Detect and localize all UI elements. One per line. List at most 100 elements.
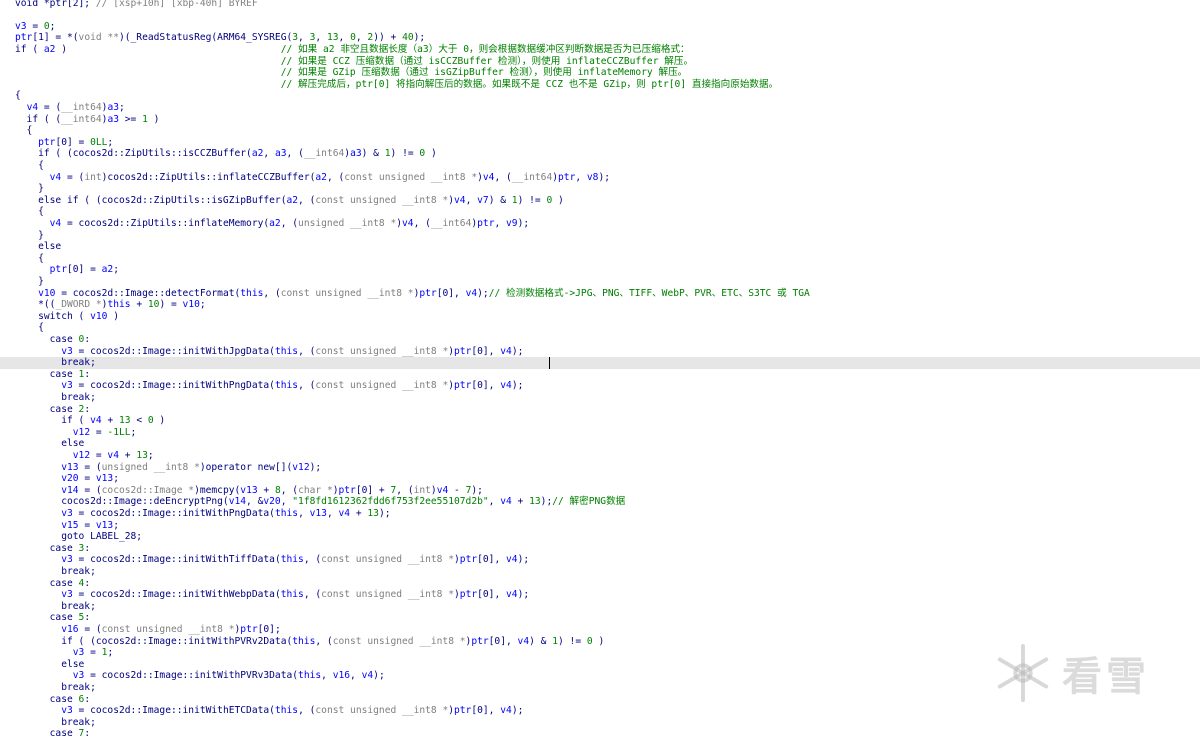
- code-token: ptr: [477, 217, 495, 229]
- code-line[interactable]: }: [0, 276, 1200, 288]
- code-line[interactable]: ptr[1] = *(void **)(_ReadStatusReg(ARM64…: [0, 32, 1200, 44]
- code-token: 13: [118, 415, 131, 427]
- code-token: v15: [61, 519, 79, 531]
- code-line[interactable]: break;: [0, 566, 1200, 578]
- code-token: unsigned __int8 *: [101, 461, 200, 473]
- code-line[interactable]: if ( (__int64)a3 >= 1 ): [0, 114, 1200, 126]
- code-line[interactable]: else if ( (cocos2d::ZipUtils::isGZipBuff…: [0, 195, 1200, 207]
- code-line[interactable]: {: [0, 125, 1200, 137]
- code-line[interactable]: {: [0, 206, 1200, 218]
- code-line[interactable]: v3 = 0;: [0, 21, 1200, 33]
- code-line[interactable]: break;: [0, 601, 1200, 613]
- code-line[interactable]: break;: [0, 357, 1200, 369]
- code-line[interactable]: {: [0, 322, 1200, 334]
- code-token: +: [257, 484, 275, 496]
- code-line[interactable]: case 3:: [0, 543, 1200, 555]
- code-token: case: [15, 403, 79, 415]
- code-token: ptr: [459, 554, 478, 566]
- code-line[interactable]: v4 = cocos2d::ZipUtils::inflateMemory(a2…: [0, 218, 1200, 230]
- code-token: a2: [101, 264, 114, 276]
- code-token: __int64: [303, 148, 345, 160]
- code-token: ;: [130, 426, 137, 438]
- code-token: else: [15, 658, 85, 670]
- code-line[interactable]: // 如果是 GZip 压缩数据（通过 isGZipBuffer 检测），则使用…: [0, 67, 1200, 79]
- code-token: }: [15, 183, 44, 195]
- code-line[interactable]: v4 = (__int64)a3;: [0, 102, 1200, 114]
- code-line[interactable]: v12 = v4 + 13;: [0, 450, 1200, 462]
- code-token: =: [84, 647, 102, 659]
- code-line[interactable]: {: [0, 160, 1200, 172]
- code-line[interactable]: break;: [0, 392, 1200, 404]
- code-line[interactable]: ptr[0] = a2;: [0, 264, 1200, 276]
- code-line[interactable]: switch ( v10 ): [0, 311, 1200, 323]
- code-token: {: [15, 206, 44, 218]
- code-line[interactable]: [0, 9, 1200, 21]
- code-line[interactable]: v4 = (int)cocos2d::ZipUtils::inflateCCZB…: [0, 172, 1200, 184]
- code-line[interactable]: goto LABEL_28;: [0, 531, 1200, 543]
- code-token: <: [130, 415, 148, 427]
- code-line[interactable]: v15 = v13;: [0, 520, 1200, 532]
- code-token: ): [552, 194, 564, 206]
- code-token: {: [15, 252, 44, 264]
- code-line[interactable]: case 0:: [0, 334, 1200, 346]
- code-token: , (: [303, 589, 322, 601]
- code-token: v3: [61, 554, 73, 566]
- code-token: ) !=: [390, 148, 420, 160]
- code-token: // 如果是 CCZ 压缩数据（通过 isCCZBuffer 检测），则使用 i…: [280, 55, 694, 67]
- code-token: {: [15, 90, 21, 102]
- code-line[interactable]: v3 = cocos2d::Image::initWithPngData(thi…: [0, 380, 1200, 392]
- pseudocode-view[interactable]: void *ptr[2]; // [xsp+10h] [xbp-40h] BYR…: [0, 0, 1200, 737]
- code-token: break;: [15, 357, 96, 369]
- code-line[interactable]: case 4:: [0, 578, 1200, 590]
- code-line[interactable]: v14 = (cocos2d::Image *)memcpy(v13 + 8, …: [0, 485, 1200, 497]
- code-line[interactable]: v16 = (const unsigned __int8 *)ptr[0];: [0, 624, 1200, 636]
- code-line[interactable]: cocos2d::Image::deEncryptPng(v14, &v20, …: [0, 496, 1200, 508]
- code-line[interactable]: v20 = v13;: [0, 473, 1200, 485]
- code-line[interactable]: v3 = cocos2d::Image::initWithTiffData(th…: [0, 554, 1200, 566]
- code-line[interactable]: case 7:: [0, 728, 1200, 737]
- code-line[interactable]: ptr[0] = 0LL;: [0, 137, 1200, 149]
- code-token: v4: [436, 484, 449, 496]
- code-line[interactable]: v12 = -1LL;: [0, 427, 1200, 439]
- code-line[interactable]: {: [0, 253, 1200, 265]
- code-line[interactable]: v10 = cocos2d::Image::detectFormat(this,…: [0, 288, 1200, 300]
- code-token: v4: [500, 496, 512, 508]
- code-line[interactable]: v13 = (unsigned __int8 *)operator new[](…: [0, 462, 1200, 474]
- code-token: , (: [494, 171, 512, 183]
- code-line[interactable]: case 5:: [0, 612, 1200, 624]
- code-line[interactable]: v3 = cocos2d::Image::initWithJpgData(thi…: [0, 346, 1200, 358]
- code-token: int: [84, 171, 102, 183]
- code-token: __int64: [61, 113, 102, 125]
- code-token: v4: [500, 705, 512, 717]
- code-token: );: [373, 670, 385, 682]
- code-line[interactable]: if ( a2 ) // 如果 a2 非空且数据长度（a3）大于 0，则会根据数…: [0, 44, 1200, 56]
- code-line[interactable]: if ( (cocos2d::ZipUtils::isCCZBuffer(a2,…: [0, 148, 1200, 160]
- code-token: ,: [280, 496, 293, 508]
- code-line[interactable]: void *ptr[2]; // [xsp+10h] [xbp-40h] BYR…: [0, 0, 1200, 9]
- code-line[interactable]: v3 = cocos2d::Image::initWithPngData(thi…: [0, 508, 1200, 520]
- code-token: cocos2d::Image::deEncryptPng(: [15, 496, 229, 508]
- code-token: = cocos2d::Image::initWithPngData(: [72, 507, 275, 519]
- code-line[interactable]: // 如果是 CCZ 压缩数据（通过 isCCZBuffer 检测），则使用 i…: [0, 56, 1200, 68]
- code-line[interactable]: break;: [0, 717, 1200, 729]
- code-line[interactable]: {: [0, 90, 1200, 102]
- code-line[interactable]: *((_DWORD *)this + 10) = v10;: [0, 299, 1200, 311]
- code-line[interactable]: }: [0, 183, 1200, 195]
- code-token: const unsigned __int8 *: [315, 345, 449, 357]
- code-line[interactable]: case 2:: [0, 404, 1200, 416]
- code-line[interactable]: else: [0, 241, 1200, 253]
- code-line[interactable]: else: [0, 438, 1200, 450]
- code-token: const unsigned __int8 *: [321, 554, 455, 566]
- code-line[interactable]: if ( v4 + 13 < 0 ): [0, 415, 1200, 427]
- code-token: );: [598, 171, 611, 183]
- code-line[interactable]: v3 = cocos2d::Image::initWithWebpData(th…: [0, 589, 1200, 601]
- code-token: ,: [326, 507, 339, 519]
- code-line[interactable]: }: [0, 230, 1200, 242]
- code-line[interactable]: // 解压完成后，ptr[0] 将指向解压后的数据。如果既不是 CCZ 也不是 …: [0, 79, 1200, 91]
- code-line[interactable]: case 1:: [0, 369, 1200, 381]
- code-token: :: [84, 728, 91, 737]
- code-token: v7: [477, 194, 489, 206]
- code-token: , (: [303, 554, 322, 566]
